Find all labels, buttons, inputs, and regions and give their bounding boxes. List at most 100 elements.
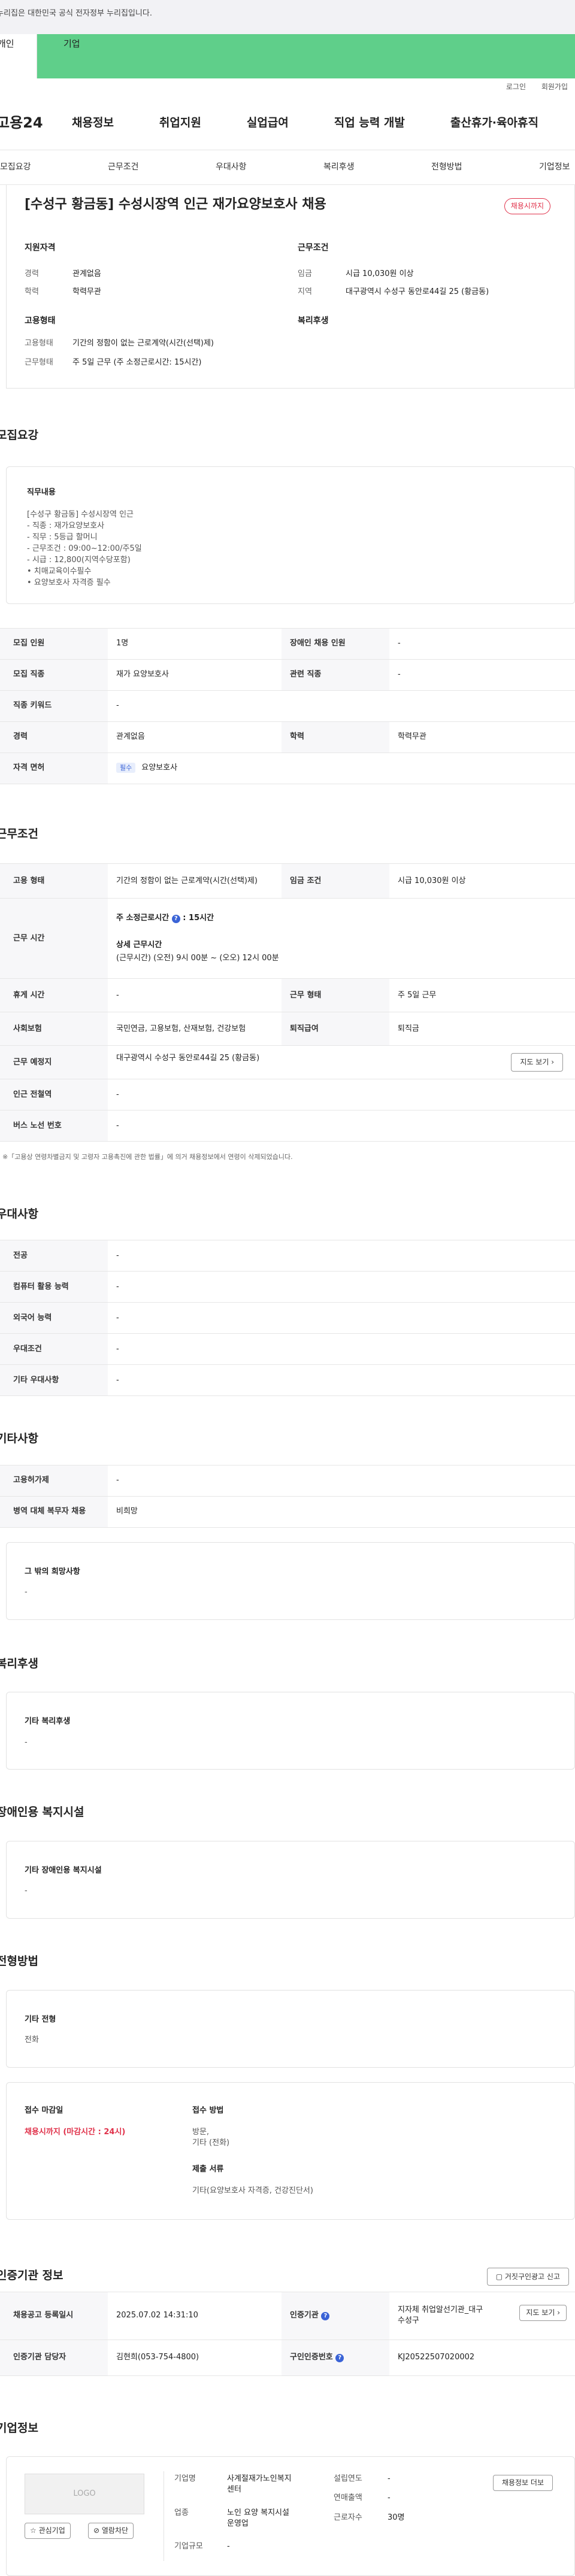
row-label: 근무 형태	[282, 978, 389, 1013]
row-value: KJ20522507020002	[389, 2340, 575, 2376]
agency-map-button[interactable]: 지도 보기 ›	[519, 2304, 567, 2321]
recruit-section-title: 모집요강	[0, 429, 38, 442]
table-row: 외국어 능력 -	[0, 1302, 575, 1334]
row-label: 경력	[0, 721, 108, 753]
signup-link[interactable]: 회원가입	[541, 83, 568, 91]
table-row: 인근 전철역 -	[0, 1079, 575, 1111]
row-value: 학력무관	[389, 721, 575, 753]
report-button[interactable]: ▢ 거짓구인광고 신고	[486, 2267, 569, 2286]
row-value: -	[108, 1364, 575, 1397]
row-label: 인증기관 담당자	[0, 2340, 108, 2376]
table-row: 고용 형태 기간의 정함이 없는 근로계약(시간(선택)제) 임금 조건 시급 10,…	[0, 863, 575, 899]
snb-welfare[interactable]: 복리후생	[323, 162, 431, 174]
duty-line: • 치매교육이수필수	[27, 566, 92, 576]
select-section-title: 전형방법	[0, 1954, 38, 1968]
gnb-employment-support[interactable]: 취업지원	[159, 115, 201, 131]
conditions-section-title: 근무조건	[0, 827, 38, 841]
select-apply-card: 접수 마감일 채용시까지 (마감시간 : 24시) 접수 방법 방문, 기타 (…	[6, 2082, 575, 2220]
hours-main-label: 주 소정근로시간	[116, 914, 170, 923]
more-jobs-button[interactable]: 채용정보 더보	[492, 2475, 553, 2491]
disab-label: 기타 장애인용 복지시설	[25, 1865, 102, 1875]
gnb-training[interactable]: 직업 능력 개발	[334, 115, 405, 131]
founded-value: -	[388, 2474, 391, 2484]
tab-business[interactable]: 기업	[37, 34, 575, 78]
info-icon[interactable]: ?	[321, 2311, 330, 2320]
table-row: 우대조건 -	[0, 1333, 575, 1366]
size-value: -	[227, 2541, 230, 2551]
tab-personal[interactable]: 개인	[0, 34, 37, 78]
table-row: 기타 우대사항 -	[0, 1364, 575, 1397]
table-row: 채용공고 등록일시 2025.07.02 14:31:10 인증기관 ? 지자체 취업…	[0, 2292, 575, 2340]
row-label: 장애인 채용 인원	[282, 628, 389, 660]
company-card: LOGO ☆ 관심기업 ⊘ 열람차단 기업명 사계절재가노인복지센터 업종 노인 요…	[6, 2456, 575, 2576]
snb-recruit[interactable]: 모집요강	[0, 162, 108, 174]
row-value: -	[108, 1465, 575, 1497]
row-value: -	[108, 1271, 575, 1303]
row-label: 근무 예정지	[0, 1045, 108, 1080]
gnb-leave[interactable]: 출산휴가·육아휴직	[450, 115, 538, 131]
map-button[interactable]: 지도 보기 ›	[511, 1053, 563, 1072]
duty-card: 직무내용 [수성구 황금동] 수성시장역 인근 - 직종 : 재가요양보호사 -…	[6, 466, 575, 604]
table-row: 모집 인원 1명 장애인 채용 인원 -	[0, 628, 575, 660]
gnb-jobs[interactable]: 채용정보	[72, 115, 114, 131]
table-row: 전공 -	[0, 1240, 575, 1272]
snb-preference[interactable]: 우대사항	[216, 162, 323, 174]
row-value: -	[389, 659, 575, 691]
info-icon[interactable]: ?	[335, 2353, 344, 2362]
row-value: -	[108, 690, 575, 722]
company-name-label: 기업명	[174, 2474, 196, 2484]
login-link[interactable]: 로그인	[506, 83, 526, 91]
row-label: 구인인증번호	[290, 2352, 333, 2362]
welfare-title: 복리후생	[298, 316, 329, 326]
size-label: 기업규모	[174, 2541, 203, 2551]
block-view-button[interactable]: ⊘ 열람차단	[88, 2523, 134, 2539]
duty-line: • 요양보호사 자격증 필수	[27, 578, 111, 587]
recruit-table: 모집 인원 1명 장애인 채용 인원 - 모집 직종 재가 요양보호사 관련 직종 - 직종…	[0, 627, 575, 784]
row-label: 모집 직종	[0, 659, 108, 691]
row-label: 전공	[0, 1240, 108, 1272]
hope-label: 그 밖의 희망사항	[25, 1567, 80, 1576]
pref-section-title: 우대사항	[0, 1207, 38, 1221]
disab-value: -	[25, 1886, 28, 1896]
duty-line: - 근무조건 : 09:00~12:00/주5일	[27, 544, 142, 553]
row-label: 채용공고 등록일시	[0, 2292, 108, 2340]
row-value: -	[108, 1302, 575, 1334]
row-label: 병역 대체 복무자 채용	[0, 1496, 108, 1528]
row-label: 기타 우대사항	[0, 1364, 108, 1397]
employees-label: 근로자수	[334, 2513, 362, 2522]
employees-value: 30명	[388, 2513, 405, 2522]
row-value: 비희망	[108, 1496, 575, 1528]
select-etc-value: 전화	[25, 2035, 39, 2044]
table-row: 인증기관 담당자 김현희(053-754-4800) 구인인증번호 ? KJ20522…	[0, 2340, 575, 2376]
row-label: 임금 조건	[282, 863, 389, 899]
company-name: 사계절재가노인복지센터	[227, 2474, 292, 2495]
gov-banner-text: 이 누리집은 대한민국 공식 전자정부 누리집입니다.	[0, 9, 152, 18]
favorite-company-button[interactable]: ☆ 관심기업	[25, 2523, 71, 2539]
table-row: 병역 대체 복무자 채용 비희망	[0, 1496, 575, 1528]
row-value: -	[108, 1240, 575, 1272]
site-logo[interactable]: 고용24	[0, 113, 72, 133]
duty-line: - 직무 : 5등급 할머니	[27, 532, 98, 542]
row-label: 고용허가제	[0, 1465, 108, 1497]
docs-label: 제출 서류	[192, 2165, 224, 2174]
row-value: 관계없음	[108, 721, 282, 753]
founded-label: 설립연도	[334, 2474, 362, 2484]
row-value: 국민연금, 고용보험, 산재보험, 건강보험	[108, 1012, 282, 1046]
gnb-unemployment[interactable]: 실업급여	[247, 115, 289, 131]
pref-table: 전공 - 컴퓨터 활용 능력 - 외국어 능력 - 우대조건 - 기타 우대사항 -	[0, 1240, 575, 1397]
row-label: 사회보험	[0, 1012, 108, 1046]
table-row: 모집 직종 재가 요양보호사 관련 직종 -	[0, 659, 575, 691]
hope-card: 그 밖의 희망사항 -	[6, 1542, 575, 1620]
user-type-tabs: 개인 기업	[0, 34, 575, 78]
disab-card: 기타 장애인용 복지시설 -	[6, 1840, 575, 1919]
emp-type-label: 고용형태	[25, 338, 53, 348]
cond-title: 근무조건	[298, 243, 329, 253]
snb-conditions[interactable]: 근무조건	[108, 162, 216, 174]
company-logo: LOGO	[25, 2474, 144, 2515]
snb-selection[interactable]: 전형방법	[431, 162, 539, 174]
row-value: -	[389, 628, 575, 660]
duty-line: [수성구 황금동] 수성시장역 인근	[27, 509, 134, 519]
snb-company[interactable]: 기업정보	[539, 162, 570, 174]
row-value: 김현희(053-754-4800)	[108, 2340, 282, 2376]
info-icon[interactable]: ?	[171, 915, 180, 924]
